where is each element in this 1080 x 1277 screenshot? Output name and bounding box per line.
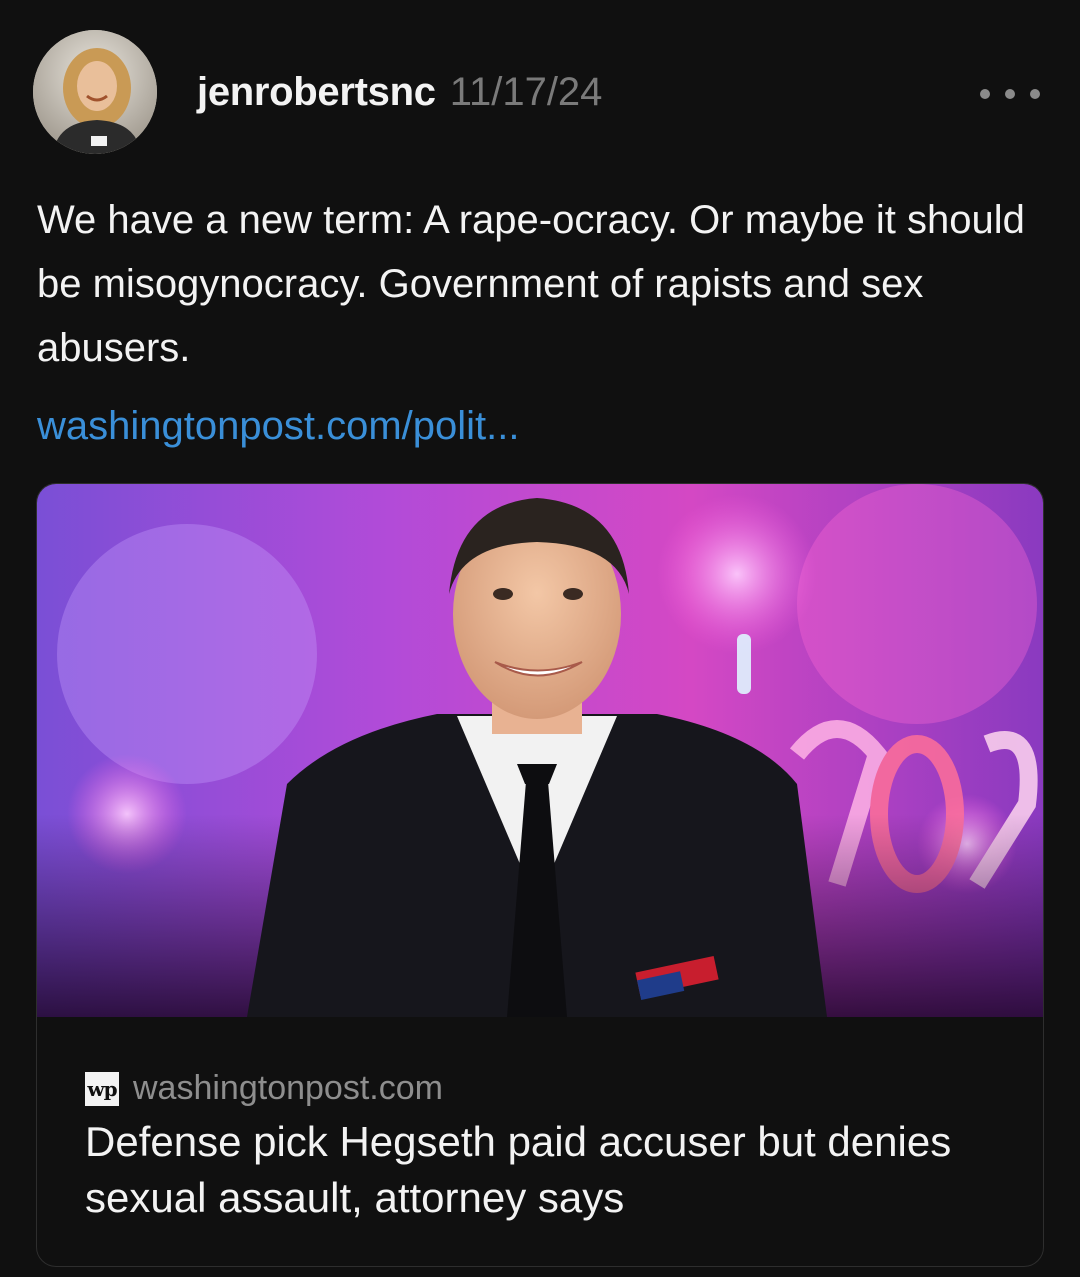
thread-post: jenrobertsnc 11/17/24 We have a new term… (0, 0, 1080, 1277)
timestamp: 11/17/24 (449, 70, 603, 114)
link-preview-image (37, 484, 1043, 1017)
link-preview-card[interactable]: wp washingtonpost.com Defense pick Hegse… (36, 483, 1044, 1267)
link-source: wp washingtonpost.com (85, 1069, 443, 1108)
source-domain: washingtonpost.com (133, 1069, 443, 1107)
post-header: jenrobertsnc 11/17/24 (197, 70, 602, 122)
more-dot (1005, 89, 1015, 99)
more-dot (1030, 89, 1040, 99)
washington-post-logo-icon: wp (85, 1071, 119, 1106)
link-card-title[interactable]: Defense pick Hegseth paid accuser but de… (85, 1114, 1005, 1226)
more-dot (980, 89, 990, 99)
avatar[interactable] (33, 30, 157, 154)
more-horizontal-icon[interactable] (980, 74, 1040, 114)
post-link[interactable]: washingtonpost.com/polit... (37, 404, 519, 449)
username[interactable]: jenrobertsnc (197, 70, 436, 115)
post-text: We have a new term: A rape-ocracy. Or ma… (37, 198, 1025, 370)
